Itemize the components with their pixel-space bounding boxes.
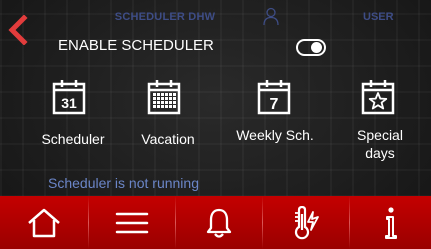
enable-scheduler-toggle[interactable]: [296, 39, 326, 56]
vacation-label: Vacation: [141, 131, 195, 147]
calendar-grid-icon: [147, 80, 181, 115]
enable-scheduler-label: ENABLE SCHEDULER: [58, 37, 214, 54]
weekly-schedule-label: Weekly Sch.: [236, 127, 314, 143]
info-button[interactable]: [350, 196, 431, 249]
scheduler-button[interactable]: 31 Scheduler: [38, 78, 108, 148]
calendar-week-number: 7: [270, 96, 279, 113]
weekly-schedule-button[interactable]: 7 Weekly Sch.: [235, 78, 315, 148]
home-icon: [28, 208, 60, 237]
user-icon: [263, 7, 279, 26]
home-button[interactable]: [0, 196, 88, 249]
info-icon: [384, 206, 397, 239]
special-days-label-line2: days: [365, 145, 395, 161]
alarms-button[interactable]: [176, 196, 262, 249]
thermometer-icon: [294, 205, 319, 239]
user-label: USER: [363, 11, 394, 23]
calendar-week-icon: 7: [257, 80, 291, 115]
scheduler-screen: SCHEDULER DHW USER ENABLE SCHEDULER 31 S…: [0, 0, 431, 249]
calendar-day-number: 31: [61, 95, 77, 111]
menu-icon: [115, 212, 149, 233]
special-days-label-line1: Special: [357, 127, 403, 143]
bell-icon: [206, 208, 232, 238]
menu-button[interactable]: [89, 196, 175, 249]
scheduler-status-text: Scheduler is not running: [48, 175, 199, 191]
calendar-icon: 31: [52, 80, 86, 115]
calendar-star-icon: [361, 80, 395, 115]
page-title: SCHEDULER DHW: [114, 11, 216, 23]
bottom-nav-bar: [0, 196, 431, 249]
special-days-button[interactable]: Special days: [345, 78, 415, 164]
scheduler-label: Scheduler: [41, 131, 105, 147]
temperature-button[interactable]: [263, 196, 349, 249]
toggle-knob: [311, 42, 322, 53]
vacation-button[interactable]: Vacation: [133, 78, 203, 148]
